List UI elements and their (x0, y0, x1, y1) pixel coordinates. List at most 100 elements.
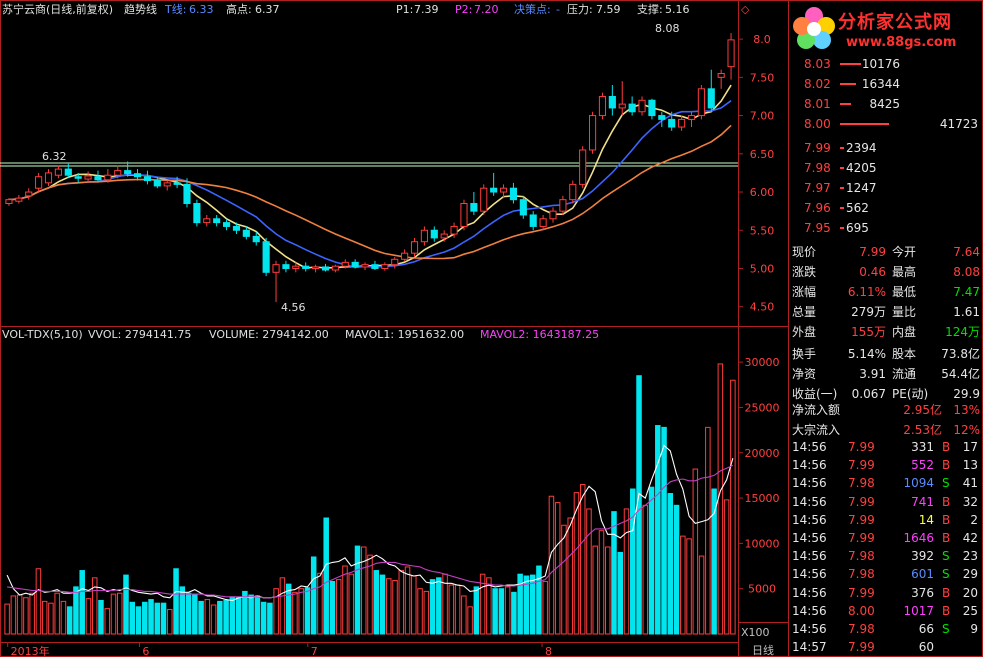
volume-bar (60, 600, 67, 635)
volume-bar (298, 588, 304, 635)
volume-bar (392, 580, 398, 635)
tick-row: 14:56 8.00 1017 B 25 (790, 601, 983, 621)
ask-row: 8.02 16344 (790, 74, 983, 94)
price-tick-label: 7.00 (750, 110, 775, 123)
volume-bar (511, 591, 517, 635)
candle-body (391, 258, 399, 266)
candle-body (321, 266, 330, 271)
volume-bar (423, 590, 430, 635)
volume-bar (711, 488, 717, 635)
candle-body (687, 115, 696, 120)
tick-row: 14:56 7.99 331 B 17 (790, 437, 983, 457)
stat-label: 总量 (792, 305, 817, 319)
tick-volume: 66 (918, 622, 934, 636)
stat-label: 今开 (892, 245, 917, 259)
bid-row: 7.95 695 (790, 218, 983, 238)
candle-body (410, 241, 419, 254)
ask-volume: 8425 (869, 97, 900, 111)
volume-bar (542, 580, 548, 635)
tick-volume: 1017 (903, 603, 934, 618)
volume-bar (536, 565, 542, 635)
tick-price: 7.99 (848, 458, 875, 473)
volume-bar (123, 574, 129, 635)
support-value: 5.16 (665, 3, 690, 16)
p2-label: P2: (455, 3, 472, 16)
volume-bar (260, 601, 267, 635)
tick-side: B (942, 603, 951, 618)
tick-time: 14:56 (792, 494, 827, 509)
vvol-value: VVOL: 2794141.75 (88, 328, 191, 341)
tick-row: 14:57 7.99 60 (790, 637, 983, 657)
volume-bar (404, 566, 411, 635)
volume-bar (486, 577, 492, 635)
depth-bar (840, 207, 844, 209)
tick-time: 14:56 (792, 476, 827, 491)
candle-body (420, 229, 428, 243)
candle-body (549, 210, 557, 220)
tick-count: 32 (962, 494, 978, 509)
tick-time: 14:56 (792, 440, 827, 454)
candle-body (302, 265, 310, 269)
tick-time: 14:56 (792, 622, 827, 636)
tick-price: 7.98 (848, 476, 875, 491)
volume-bars[interactable] (4, 363, 736, 635)
stat-value: 73.8亿 (941, 347, 980, 361)
volume-bar (655, 425, 661, 635)
depth-bar (840, 187, 844, 189)
volume-bar (723, 499, 730, 635)
candle-body (133, 173, 142, 178)
candle-body (430, 229, 438, 239)
volume-bar (329, 580, 336, 635)
stat-value: 7.47 (953, 285, 980, 299)
tick-row: 14:56 7.98 601 S 29 (790, 564, 983, 584)
tick-count: 17 (962, 440, 978, 454)
volume-bar (461, 595, 467, 635)
bid-row: 7.98 4205 (790, 158, 983, 178)
candle-body (658, 115, 666, 120)
bid-price: 7.95 (804, 221, 831, 235)
volume-bar (229, 596, 236, 635)
candle-body (450, 225, 458, 235)
price-tick-label: 8.0 (753, 33, 771, 46)
tick-time: 14:56 (792, 458, 827, 473)
p1-value: 7.39 (414, 3, 439, 16)
tick-time: 14:56 (792, 549, 827, 564)
volume-bar (673, 504, 680, 635)
stat-label: 涨幅 (792, 285, 817, 299)
tick-price: 7.98 (848, 549, 875, 564)
candle-body (124, 170, 132, 175)
tick-price: 7.99 (848, 494, 875, 509)
tick-price: 7.99 (848, 531, 875, 545)
candle-body (153, 180, 161, 187)
volume-bar (398, 570, 405, 635)
tick-row: 14:56 7.99 741 B 32 (790, 492, 983, 512)
tick-side: S (942, 622, 950, 636)
candle-body (539, 218, 547, 227)
volume-value: VOLUME: 2794142.00 (209, 328, 329, 341)
volume-bar (223, 599, 229, 635)
bid-volume: 1247 (846, 181, 877, 195)
candles[interactable] (5, 32, 735, 303)
tick-row: 14:56 7.98 66 S 9 (790, 619, 983, 639)
volume-bar (116, 592, 123, 635)
multiplier-label: X100 (741, 626, 770, 639)
bid-row: 7.99 2394 (790, 138, 983, 158)
ask-volume: 16344 (861, 77, 900, 91)
volume-bar (467, 606, 473, 635)
volume-bar (504, 586, 511, 635)
volume-bar (210, 604, 217, 635)
candle-body (638, 99, 646, 113)
stat-label: 最高 (892, 265, 917, 279)
candle-body (25, 191, 33, 197)
volume-bar (667, 493, 674, 635)
volume-bar (167, 609, 173, 635)
volume-bar (579, 483, 586, 635)
candle-body (203, 218, 211, 224)
price-tick-label: 6.00 (750, 186, 775, 199)
candle-body (371, 264, 379, 269)
candle-body (84, 175, 92, 180)
tick-time: 14:56 (792, 567, 827, 582)
tick-side: B (942, 585, 951, 600)
volume-bar (41, 600, 48, 635)
header-diamond-icon[interactable]: ◇ (741, 3, 750, 16)
